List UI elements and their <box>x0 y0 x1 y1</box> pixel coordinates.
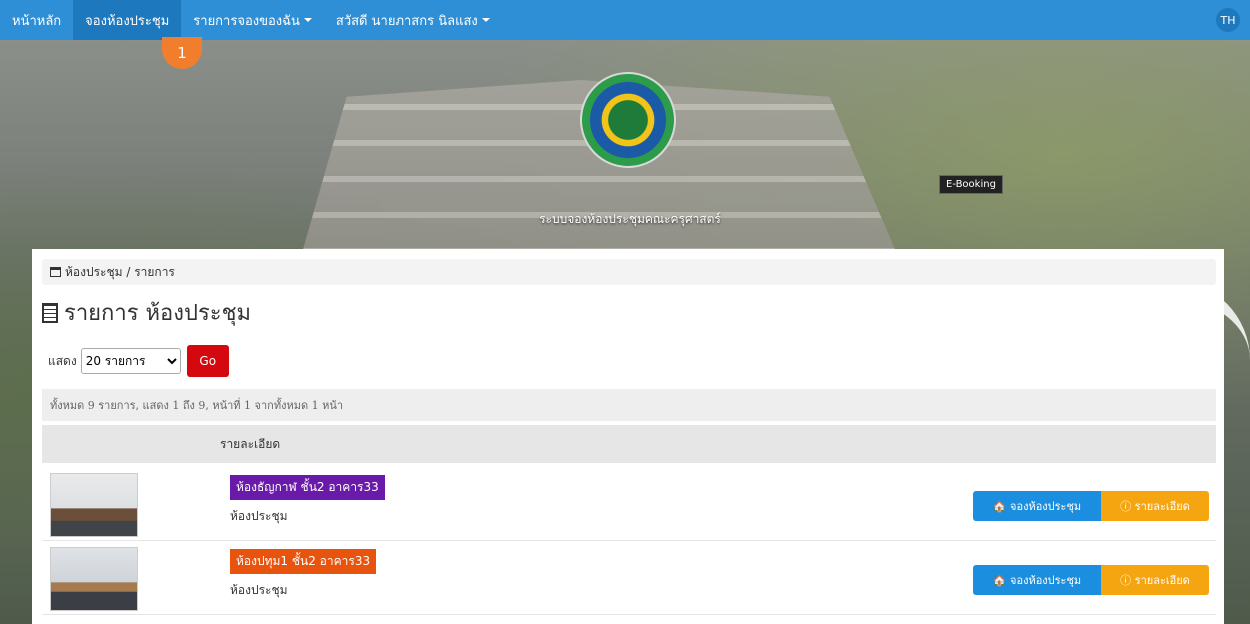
show-label: แสดง <box>48 353 77 368</box>
go-button[interactable]: Go <box>186 345 229 377</box>
nav-user-label: สวัสดี นายภาสกร นิลแสง <box>335 13 478 29</box>
nav-home[interactable]: หน้าหลัก <box>0 0 73 40</box>
room-type: ห้องประชุม <box>230 509 288 523</box>
room-thumbnail[interactable] <box>50 547 138 611</box>
book-room-button[interactable]: 🏠 จองห้องประชุม <box>973 565 1101 595</box>
step-marker-number: 1 <box>177 44 187 62</box>
caret-down-icon <box>303 18 312 22</box>
system-title: ระบบจองห้องประชุมคณะครุศาสตร์ <box>539 212 721 226</box>
result-summary: ทั้งหมด 9 รายการ, แสดง 1 ถึง 9, หน้าที่ … <box>42 389 1216 421</box>
room-detail-button[interactable]: ⓘ รายละเอียด <box>1101 491 1209 521</box>
building-icon <box>42 302 58 323</box>
room-name-badge: ห้องธัญกาฬ ชั้น2 อาคาร33 <box>230 475 385 500</box>
caret-down-icon <box>481 18 490 22</box>
book-room-label: จองห้องประชุม <box>1010 574 1082 587</box>
ebooking-tooltip: E-Booking <box>939 175 1003 194</box>
table-row: ห้องธัญกาฬ ชั้น2 อาคาร33 ห้องประชุม 🏠 จอ… <box>42 467 1216 541</box>
nav-my-bookings-label: รายการจองของฉัน <box>193 13 300 29</box>
page-size-select[interactable]: 20 รายการ <box>80 348 181 374</box>
nav-my-bookings-dropdown[interactable]: รายการจองของฉัน <box>181 0 324 40</box>
university-logo <box>580 72 676 168</box>
nav-user-dropdown[interactable]: สวัสดี นายภาสกร นิลแสง <box>324 0 502 40</box>
room-name-badge: ห้องปทุม1 ชั้น2 อาคาร33 <box>230 549 377 574</box>
book-room-label: จองห้องประชุม <box>1010 500 1082 513</box>
page-size-filter: แสดง 20 รายการ Go <box>48 345 229 377</box>
table-row: ห้องปทุม1 ชั้น2 อาคาร33 ห้องประชุม 🏠 จอง… <box>42 541 1216 615</box>
language-label: TH <box>1220 13 1236 27</box>
room-detail-label: รายละเอียด <box>1134 500 1190 513</box>
room-detail-label: รายละเอียด <box>1134 574 1190 587</box>
column-header-detail: รายละเอียด <box>220 436 281 451</box>
page-title-text: รายการ ห้องประชุม <box>64 301 252 326</box>
room-type: ห้องประชุม <box>230 583 288 597</box>
nav-home-label: หน้าหลัก <box>12 13 62 29</box>
room-detail-button[interactable]: ⓘ รายละเอียด <box>1101 565 1209 595</box>
nav-book-room[interactable]: จองห้องประชุม <box>73 0 182 40</box>
content-panel: ห้องประชุม / รายการ รายการ ห้องประชุม แส… <box>32 249 1224 624</box>
breadcrumb-text[interactable]: ห้องประชุม / รายการ <box>65 263 175 282</box>
breadcrumb: ห้องประชุม / รายการ <box>42 259 1216 285</box>
language-badge[interactable]: TH <box>1216 8 1240 32</box>
room-thumbnail[interactable] <box>50 473 138 537</box>
nav-book-room-label: จองห้องประชุม <box>85 13 170 29</box>
page-title: รายการ ห้องประชุม <box>42 295 251 330</box>
calendar-icon <box>50 267 61 277</box>
table-header: รายละเอียด <box>42 425 1216 463</box>
top-navbar: หน้าหลัก จองห้องประชุม รายการจองของฉัน ส… <box>0 0 1250 40</box>
ebooking-tooltip-text: E-Booking <box>946 179 996 190</box>
book-room-button[interactable]: 🏠 จองห้องประชุม <box>973 491 1101 521</box>
